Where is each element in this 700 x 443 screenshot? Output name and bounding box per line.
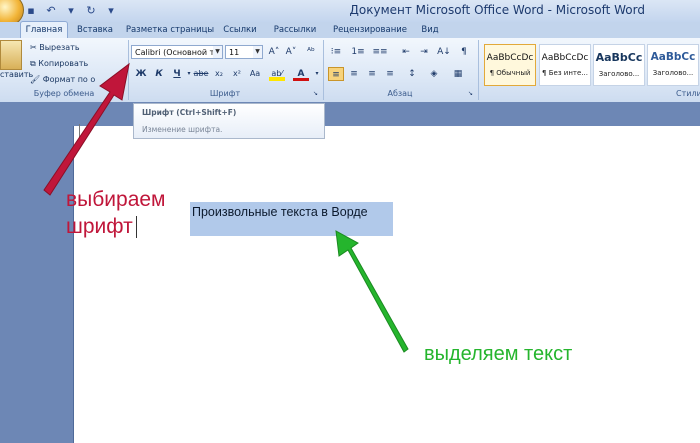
change-case-button[interactable]: Aa: [247, 67, 263, 81]
font-size-combo[interactable]: 11 ▼: [225, 45, 263, 59]
tab-insert[interactable]: Вставка: [72, 22, 118, 38]
style-name: Заголово...: [652, 69, 694, 77]
style-normal[interactable]: AaBbCcDc ¶ Обычный: [484, 44, 536, 86]
style-heading-2[interactable]: AaBbCc Заголово...: [647, 44, 699, 86]
align-left-button[interactable]: ≡: [328, 67, 344, 81]
subscript-button[interactable]: x₂: [211, 67, 227, 81]
font-name-value: Calibri (Основной те: [135, 48, 220, 57]
font-dialog-launcher-icon[interactable]: ↘: [311, 89, 320, 98]
chevron-down-icon[interactable]: ▼: [253, 46, 262, 58]
style-sample: AaBbCc: [650, 51, 696, 63]
shrink-font-button[interactable]: A˅: [283, 45, 299, 59]
annotation-select-text: выделяем текст: [424, 343, 573, 365]
style-sample: AaBbCcDc: [541, 53, 589, 63]
style-no-spacing[interactable]: AaBbCcDc ¶ Без инте...: [539, 44, 591, 86]
tab-page-layout[interactable]: Разметка страницы: [124, 22, 216, 38]
group-divider: [128, 40, 129, 100]
format-painter-button[interactable]: 🖌 Формат по о: [30, 75, 95, 84]
bullets-button[interactable]: ⁝≡: [328, 45, 344, 59]
tab-view[interactable]: Вид: [418, 22, 442, 38]
align-center-button[interactable]: ≡: [346, 67, 362, 81]
styles-group-label: Стили: [676, 89, 700, 98]
style-sample: AaBbCc: [595, 51, 643, 64]
font-size-value: 11: [229, 48, 240, 57]
grow-font-button[interactable]: A˄: [266, 45, 282, 59]
highlight-button[interactable]: ab⁄: [269, 67, 285, 81]
style-name: ¶ Обычный: [489, 69, 531, 77]
cut-button[interactable]: ✂ Вырезать: [30, 43, 80, 52]
show-marks-button[interactable]: ¶: [456, 45, 472, 59]
borders-button[interactable]: ▦: [450, 67, 466, 81]
paste-icon[interactable]: [0, 40, 22, 70]
style-sample: AaBbCcDc: [486, 53, 534, 63]
style-name: Заголово...: [598, 70, 640, 78]
paragraph-dialog-launcher-icon[interactable]: ↘: [466, 89, 475, 98]
brush-icon: 🖌: [30, 75, 43, 84]
font-tooltip: Шрифт (Ctrl+Shift+F) Изменение шрифта.: [133, 103, 325, 139]
margin-marker: [79, 124, 80, 138]
numbering-button[interactable]: 1≡: [350, 45, 366, 59]
decrease-indent-button[interactable]: ⇤: [398, 45, 414, 59]
bold-button[interactable]: Ж: [133, 67, 149, 81]
tab-references[interactable]: Ссылки: [220, 22, 260, 38]
tab-review[interactable]: Рецензирование: [330, 22, 410, 38]
copy-button[interactable]: ⧉ Копировать: [30, 59, 88, 69]
tooltip-description: Изменение шрифта.: [142, 125, 223, 134]
sort-button[interactable]: A↓: [436, 45, 452, 59]
chevron-down-icon[interactable]: ▼: [213, 46, 222, 58]
text-cursor: [136, 216, 137, 238]
strikethrough-button[interactable]: abe: [193, 67, 209, 81]
style-name: ¶ Без инте...: [542, 69, 588, 77]
style-heading-1[interactable]: AaBbCc Заголово...: [593, 44, 645, 86]
justify-button[interactable]: ≡: [382, 67, 398, 81]
copy-label: Копировать: [38, 59, 89, 68]
line-spacing-button[interactable]: ↕: [404, 67, 420, 81]
scissors-icon: ✂: [30, 43, 40, 52]
annotation-line: шрифт: [66, 215, 133, 238]
clipboard-group-label: Буфер обмена: [33, 89, 95, 98]
italic-button[interactable]: К: [151, 67, 167, 81]
document-page[interactable]: [73, 126, 700, 443]
paste-button-label[interactable]: ставить: [0, 70, 33, 79]
font-group-label: Шрифт: [209, 89, 241, 98]
tooltip-title: Шрифт (Ctrl+Shift+F): [142, 108, 237, 117]
group-divider: [478, 40, 479, 100]
tab-mailings[interactable]: Рассылки: [268, 22, 322, 38]
cut-label: Вырезать: [39, 43, 80, 52]
annotation-choose-font: выбираем шрифт: [66, 186, 165, 240]
superscript-button[interactable]: x²: [229, 67, 245, 81]
multilevel-list-button[interactable]: ≡≡: [372, 45, 388, 59]
paragraph-group-label: Абзац: [387, 89, 413, 98]
increase-indent-button[interactable]: ⇥: [416, 45, 432, 59]
font-name-combo[interactable]: Calibri (Основной те ▼: [131, 45, 223, 59]
tab-home[interactable]: Главная: [20, 21, 68, 38]
clear-formatting-button[interactable]: ᴬᵇ: [303, 45, 319, 59]
align-right-button[interactable]: ≡: [364, 67, 380, 81]
shading-button[interactable]: ◈: [426, 67, 442, 81]
annotation-line: выбираем: [66, 188, 166, 211]
window-title: Документ Microsoft Office Word - Microso…: [349, 3, 646, 17]
selected-text[interactable]: Произвольные текста в Ворде: [192, 205, 368, 219]
format-painter-label: Формат по о: [42, 75, 96, 84]
font-color-button[interactable]: A: [293, 67, 309, 81]
